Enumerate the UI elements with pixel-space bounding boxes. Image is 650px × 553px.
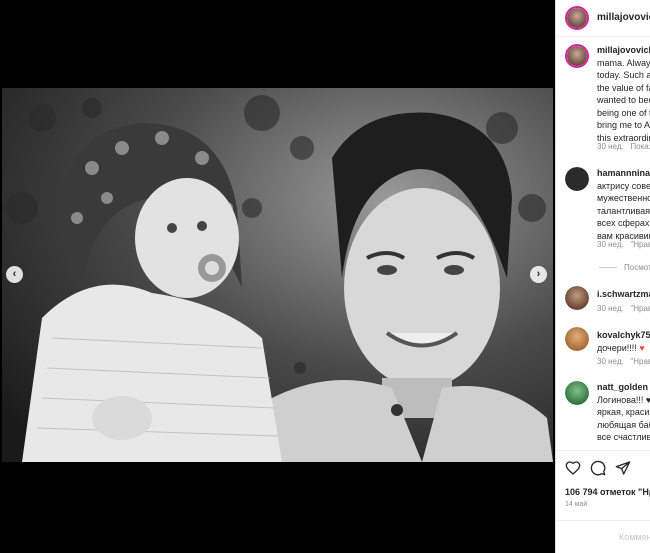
next-image-button[interactable]: › — [530, 266, 547, 283]
comment-meta: 30 нед. "Нрав — [597, 357, 650, 366]
comment-time: 30 нед. — [597, 304, 624, 313]
comment-line: талантливая д — [597, 205, 650, 216]
comment-likes-link[interactable]: "Нрав — [630, 304, 650, 313]
comment-line: дочери!!!! — [597, 342, 637, 353]
commenter-avatar[interactable] — [565, 381, 589, 405]
author-avatar[interactable] — [565, 6, 589, 30]
caption-line: wanted to bec — [597, 95, 650, 105]
comment-icon[interactable] — [590, 460, 606, 476]
comment-meta: 30 нед. "Нрав — [597, 304, 650, 313]
commenter-username[interactable]: hamannnina1 — [597, 168, 650, 178]
show-translation-link[interactable]: Показа — [630, 142, 650, 151]
post-photo[interactable] — [2, 88, 553, 462]
comment-time: 30 нед. — [597, 240, 624, 249]
view-more-replies[interactable]: Посмот — [624, 263, 650, 272]
comment-line: все счастливы — [597, 432, 650, 442]
comment-line: мужественно — [597, 193, 650, 203]
caption-username[interactable]: millajovovich — [597, 45, 650, 55]
comment: hamannnina1 актрису совет мужественно та… — [556, 167, 650, 257]
author-username[interactable]: millajovovich — [597, 12, 650, 23]
previous-image-button[interactable]: ‹ — [6, 266, 23, 283]
comment-line: всех сферах ж — [597, 218, 650, 228]
comment-likes-link[interactable]: "Нрав — [630, 357, 650, 366]
chevron-right-icon: › — [536, 268, 541, 280]
caption-time: 30 нед. — [597, 142, 624, 151]
post-viewer: ‹ › millajovovich millajovovich mama. Al… — [0, 0, 650, 553]
add-comment-bar[interactable]: Коммен — [556, 520, 650, 553]
commenter-avatar[interactable] — [565, 286, 589, 310]
commenter-username[interactable]: i.schwartzman — [597, 289, 650, 299]
likes-count[interactable]: 106 794 отметок "Нра — [565, 487, 650, 497]
media-area: ‹ › — [0, 0, 555, 553]
chevron-left-icon: ‹ — [12, 268, 17, 280]
comment: natt_golden Н Логинова!!! ♥ яркая, краси… — [556, 381, 650, 444]
caption-line: today. Such a — [597, 70, 650, 80]
commenter-username[interactable]: kovalchyk757 — [597, 330, 650, 340]
caption-meta: 30 нед. Показа — [597, 142, 650, 151]
caption: millajovovich mama. Always today. Such a… — [556, 44, 650, 154]
add-comment-input[interactable]: Коммен — [619, 532, 650, 542]
heart-emoji-icon: ♥ — [639, 342, 645, 353]
comment-text: kovalchyk757 дочери!!!! ♥ — [597, 329, 650, 354]
caption-text: millajovovich mama. Always today. Such a… — [597, 44, 650, 144]
caption-line: the value of fa — [597, 82, 650, 93]
comment-time: 30 нед. — [597, 357, 624, 366]
comment-line: любящая баб — [597, 419, 650, 430]
commenter-avatar[interactable] — [565, 167, 589, 191]
caption-line: being one of t — [597, 107, 650, 118]
comment-text: hamannnina1 актрису совет мужественно та… — [597, 167, 650, 242]
heart-icon[interactable] — [565, 460, 581, 476]
comment-line: яркая, красив — [597, 407, 650, 417]
post-side-panel: millajovovich millajovovich mama. Always… — [555, 0, 650, 553]
comment-likes-link[interactable]: "Нрав — [630, 240, 650, 249]
share-icon[interactable] — [615, 460, 631, 476]
post-date: 14 май — [565, 501, 588, 508]
caption-avatar[interactable] — [565, 44, 589, 68]
comment: kovalchyk757 дочери!!!! ♥ 30 нед. "Нрав — [556, 327, 650, 367]
commenter-avatar[interactable] — [565, 327, 589, 351]
caption-line: bring me to A — [597, 120, 650, 130]
comment: i.schwartzman 30 нед. "Нрав — [556, 286, 650, 316]
comment-text: natt_golden Н Логинова!!! ♥ яркая, краси… — [597, 381, 650, 444]
photo-illustration — [2, 88, 553, 462]
comment-line: Логинова!!! ♥ — [597, 394, 650, 405]
comment-meta: 30 нед. "Нрав — [597, 240, 650, 249]
commenter-username[interactable]: natt_golden — [597, 382, 648, 392]
post-actions: 106 794 отметок "Нра 14 май — [556, 450, 650, 520]
post-header: millajovovich — [556, 0, 650, 37]
comment-text: i.schwartzman — [597, 288, 650, 301]
view-more-divider — [599, 267, 617, 268]
caption-line: mama. Always — [597, 57, 650, 68]
comment-line: актрису совет — [597, 180, 650, 191]
